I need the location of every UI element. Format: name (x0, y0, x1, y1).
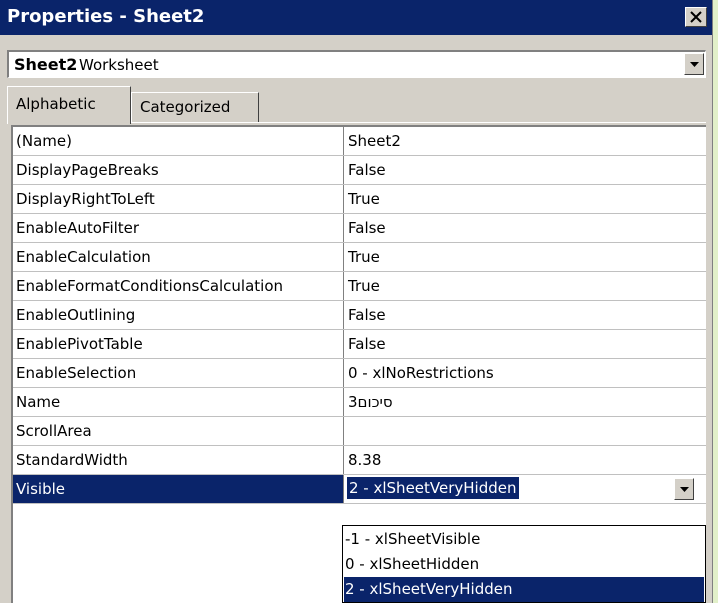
property-name: EnableCalculation (13, 243, 344, 271)
close-button[interactable] (685, 7, 707, 27)
option-xlsheetveryhidden[interactable]: 2 - xlSheetVeryHidden (344, 577, 704, 602)
property-row-standardwidth[interactable]: StandardWidth 8.38 (13, 446, 706, 475)
property-value[interactable]: False (348, 156, 703, 184)
property-value[interactable]: False (348, 301, 703, 329)
visible-options-list: -1 - xlSheetVisible 0 - xlSheetHidden 2 … (342, 525, 706, 603)
property-row-enablepivottable[interactable]: EnablePivotTable False (13, 330, 706, 359)
property-name: EnableOutlining (13, 301, 344, 329)
visible-value-text[interactable]: 2 - xlSheetVeryHidden (347, 477, 519, 499)
property-row-enablecalculation[interactable]: EnableCalculation True (13, 243, 706, 272)
chevron-down-icon (680, 487, 689, 492)
property-value[interactable]: 0 - xlNoRestrictions (348, 359, 703, 387)
property-value[interactable]: סיכום3 (348, 388, 393, 416)
option-xlsheethidden[interactable]: 0 - xlSheetHidden (344, 552, 704, 577)
property-name: EnablePivotTable (13, 330, 344, 358)
value-dropdown-button[interactable] (674, 478, 694, 500)
property-row-enableformatconditionscalculation[interactable]: EnableFormatConditionsCalculation True (13, 272, 706, 301)
chevron-down-icon (690, 62, 699, 67)
object-name: Sheet2 (14, 55, 78, 74)
window-title: Properties - Sheet2 (7, 6, 205, 27)
property-row-name-2[interactable]: Name סיכום3 (13, 388, 706, 417)
title-bar[interactable]: Properties - Sheet2 (0, 0, 712, 35)
property-row-displayrighttoleft[interactable]: DisplayRightToLeft True (13, 185, 706, 214)
property-name: Name (13, 388, 344, 416)
tab-alphabetic-label: Alphabetic (16, 95, 96, 113)
property-value[interactable]: Sheet2 (348, 127, 703, 155)
property-value[interactable]: False (348, 330, 703, 358)
property-name: Visible (13, 475, 344, 503)
property-value[interactable] (348, 417, 703, 445)
property-row-enableselection[interactable]: EnableSelection 0 - xlNoRestrictions (13, 359, 706, 388)
property-value[interactable]: True (348, 272, 703, 300)
property-row-visible[interactable]: Visible 2 - xlSheetVeryHidden (13, 475, 706, 504)
property-name: EnableAutoFilter (13, 214, 344, 242)
property-row-name[interactable]: (Name) Sheet2 (13, 127, 706, 156)
property-row-enableoutlining[interactable]: EnableOutlining False (13, 301, 706, 330)
visible-value-editor[interactable]: 2 - xlSheetVeryHidden (344, 475, 706, 503)
properties-window: Properties - Sheet2 Sheet2 Worksheet Alp… (0, 0, 713, 603)
tab-alphabetic[interactable]: Alphabetic (7, 86, 131, 124)
property-row-enableautofilter[interactable]: EnableAutoFilter False (13, 214, 706, 243)
property-name: (Name) (13, 127, 344, 155)
property-name: EnableFormatConditionsCalculation (13, 272, 344, 300)
property-row-scrollarea[interactable]: ScrollArea (13, 417, 706, 446)
tab-categorized-label: Categorized (140, 98, 231, 116)
property-value[interactable]: 8.38 (348, 446, 703, 474)
property-value[interactable]: False (348, 214, 703, 242)
option-xlsheetvisible[interactable]: -1 - xlSheetVisible (344, 527, 704, 552)
property-row-displaypagebreaks[interactable]: DisplayPageBreaks False (13, 156, 706, 185)
property-name: EnableSelection (13, 359, 344, 387)
object-dropdown-button[interactable] (684, 53, 704, 75)
object-selector[interactable]: Sheet2 Worksheet (7, 50, 706, 78)
property-value[interactable]: True (348, 243, 703, 271)
property-value[interactable]: True (348, 185, 703, 213)
property-name: ScrollArea (13, 417, 344, 445)
tab-categorized[interactable]: Categorized (131, 92, 259, 122)
tab-divider (131, 122, 706, 123)
property-name: DisplayPageBreaks (13, 156, 344, 184)
property-name: DisplayRightToLeft (13, 185, 344, 213)
close-icon (690, 11, 702, 23)
property-name: StandardWidth (13, 446, 344, 474)
object-type: Worksheet (79, 56, 159, 74)
